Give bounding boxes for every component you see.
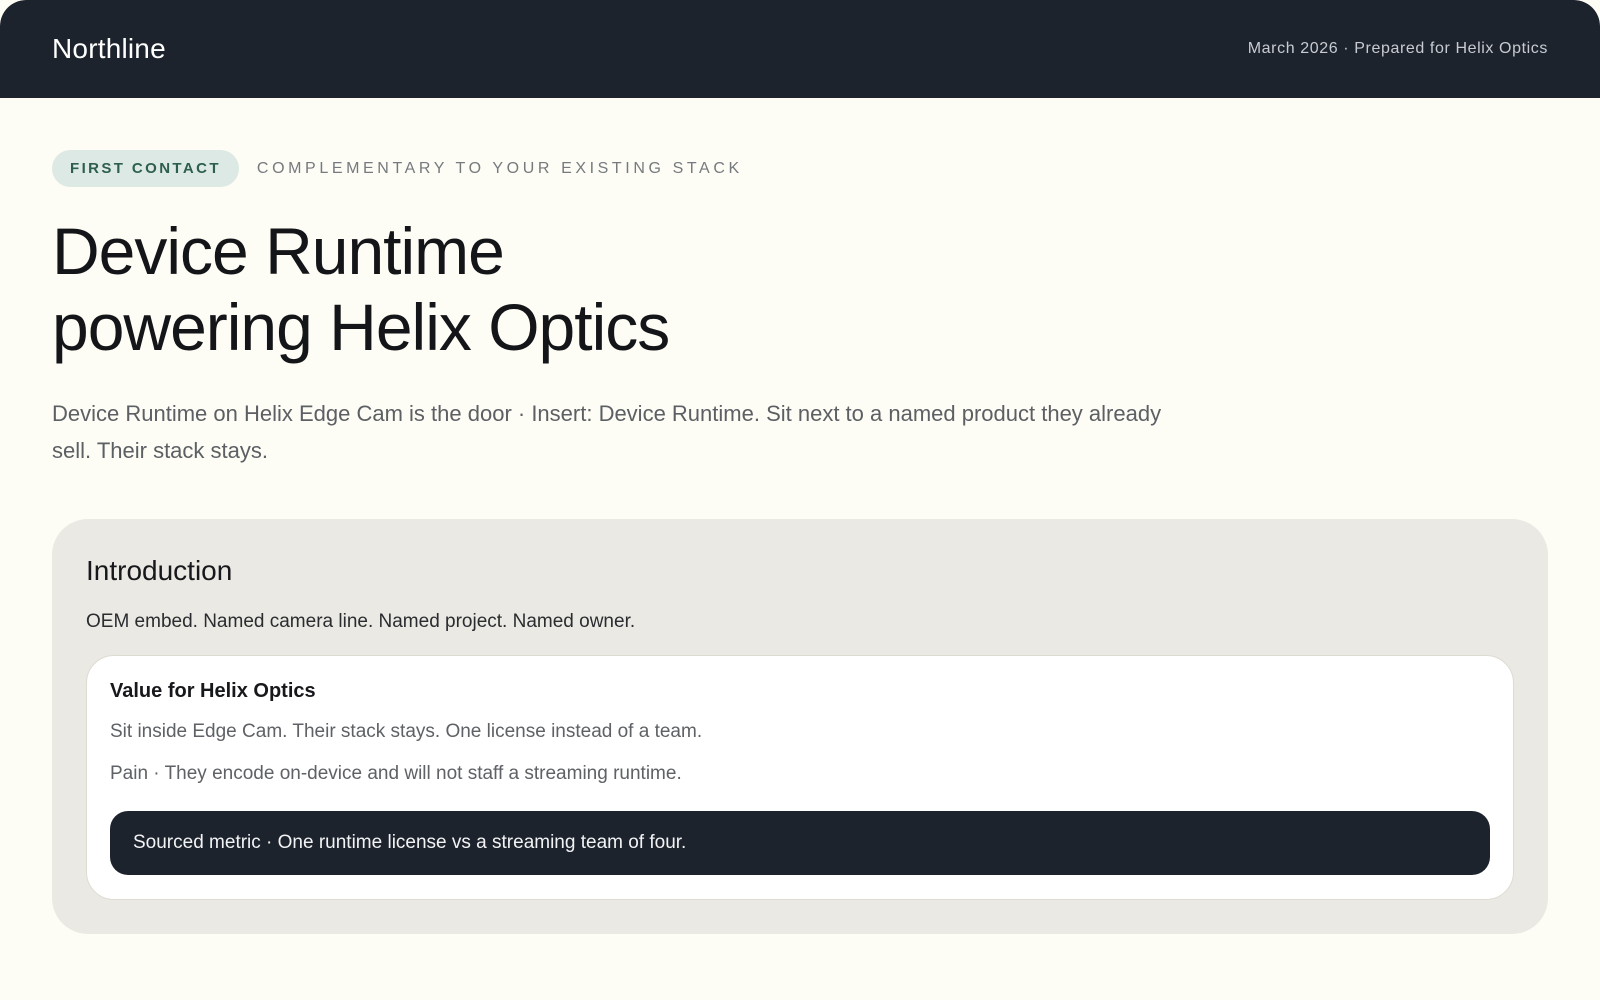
hero-eyebrow: COMPLEMENTARY TO YOUR EXISTING STACK xyxy=(256,159,743,177)
brand-logo: Northline xyxy=(52,33,166,64)
hero-tag-row: FIRST CONTACT COMPLEMENTARY TO YOUR EXIS… xyxy=(52,150,1548,187)
page-title-line-2: powering Helix Optics xyxy=(52,290,670,364)
introduction-subtitle: OEM embed. Named camera line. Named proj… xyxy=(86,611,636,632)
page-title-line-1: Device Runtime xyxy=(52,214,505,288)
prepared-for-meta: March 2026 · Prepared for Helix Optics xyxy=(1247,40,1548,57)
first-contact-badge: FIRST CONTACT xyxy=(52,150,239,187)
proposal-page: Northline March 2026 · Prepared for Heli… xyxy=(0,0,1600,1000)
value-card-title: Value for Helix Optics xyxy=(110,680,316,702)
value-card-line: Sit inside Edge Cam. Their stack stays. … xyxy=(110,721,703,742)
sourced-metric-banner: Sourced metric · One runtime license vs … xyxy=(110,811,1490,875)
main-content: FIRST CONTACT COMPLEMENTARY TO YOUR EXIS… xyxy=(0,98,1600,934)
introduction-card: Introduction OEM embed. Named camera lin… xyxy=(52,519,1548,934)
value-card-pain-line: Pain · They encode on-device and will no… xyxy=(110,763,682,784)
page-title: Device Runtime powering Helix Optics xyxy=(52,213,1548,365)
introduction-title: Introduction xyxy=(86,555,233,586)
hero-lede: Device Runtime on Helix Edge Cam is the … xyxy=(52,401,1162,463)
top-bar: Northline March 2026 · Prepared for Heli… xyxy=(0,0,1600,98)
value-card: Value for Helix Optics Sit inside Edge C… xyxy=(86,655,1514,900)
